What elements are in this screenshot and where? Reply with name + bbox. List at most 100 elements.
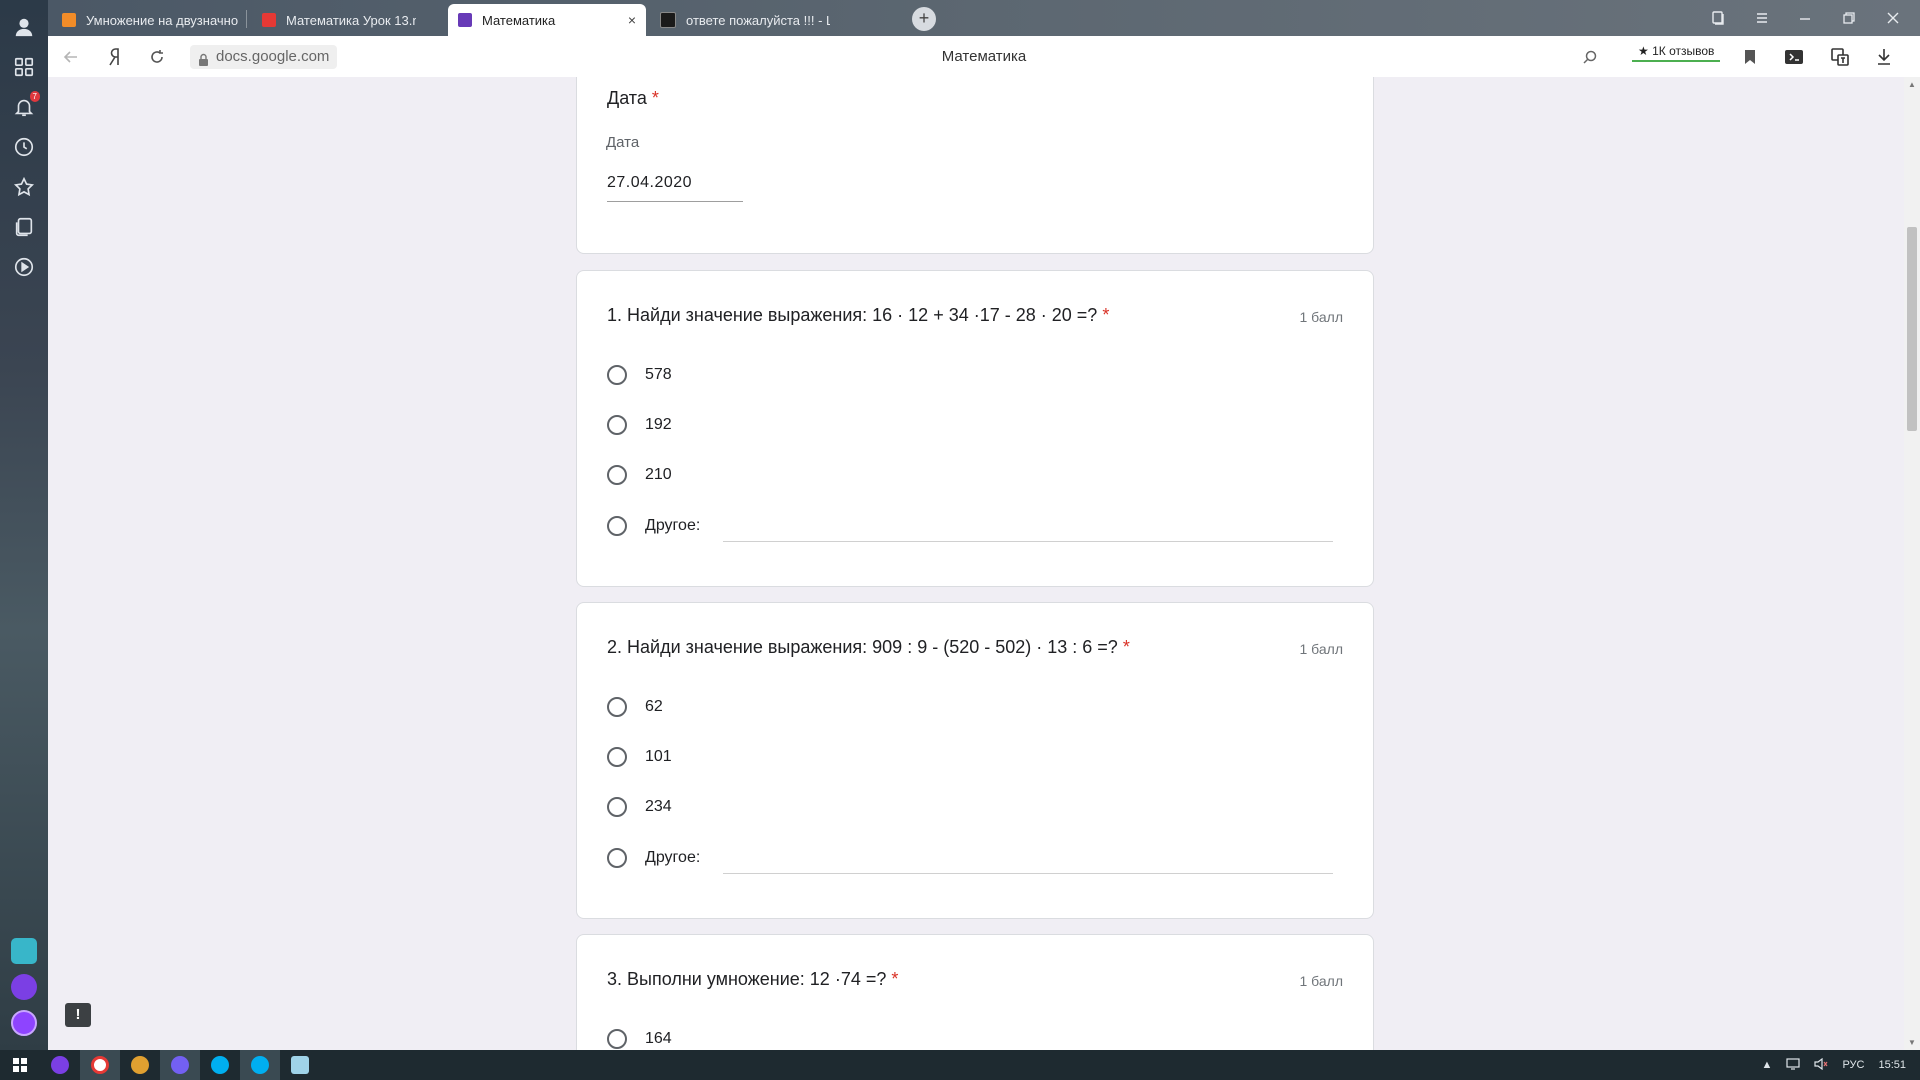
history-clock-icon[interactable] — [11, 134, 37, 160]
search-page-icon[interactable] — [1580, 47, 1600, 67]
radio-button[interactable] — [607, 365, 627, 385]
question-title-text: 2. Найди значение выражения: 909 : 9 - (… — [607, 637, 1118, 657]
tab-favicon-icon — [62, 13, 76, 27]
question-title: 1. Найди значение выражения: 16 · 12 + 3… — [607, 305, 1109, 326]
option-label: 164 — [645, 1030, 672, 1047]
yandex-browser-taskbar-icon[interactable] — [80, 1050, 120, 1080]
required-asterisk: * — [1102, 305, 1110, 325]
points-label: 1 балл — [1299, 309, 1344, 325]
scroll-down-arrow-icon[interactable]: ▼ — [1908, 1038, 1916, 1047]
other-answer-input[interactable] — [723, 541, 1333, 542]
notification-badge: 7 — [29, 91, 40, 102]
report-feedback-icon[interactable]: ! — [65, 1003, 91, 1027]
date-question-card: Дата * Дата 27.04.2020 — [576, 77, 1374, 254]
radio-button[interactable] — [607, 797, 627, 817]
radio-button[interactable] — [607, 516, 627, 536]
video-play-icon[interactable] — [11, 254, 37, 280]
downloads-icon[interactable] — [1874, 47, 1894, 67]
tabs-menu-icon[interactable] — [1710, 0, 1726, 36]
bookmark-icon[interactable] — [1740, 47, 1760, 67]
skype-taskbar-icon[interactable] — [200, 1050, 240, 1080]
tab-title: Умножение на двузначно — [86, 12, 239, 28]
question-card-3: 3. Выполни умножение: 12 ·74 =? * 1 балл… — [576, 934, 1374, 1050]
close-window-icon[interactable] — [1886, 0, 1900, 36]
radio-button[interactable] — [607, 465, 627, 485]
question-title: Дата * — [607, 88, 659, 109]
answer-option[interactable]: 234 — [607, 793, 672, 821]
google-forms-favicon-icon — [458, 13, 472, 27]
browser-taskbar-icon[interactable] — [120, 1050, 160, 1080]
other-answer-input[interactable] — [723, 873, 1333, 874]
question-title: 2. Найди значение выражения: 909 : 9 - (… — [607, 637, 1130, 658]
tab-separator — [246, 10, 247, 28]
profile-icon[interactable] — [11, 14, 37, 40]
required-asterisk: * — [651, 88, 659, 108]
points-label: 1 балл — [1299, 973, 1344, 989]
date-input-underline — [607, 201, 743, 202]
alice-app-icon[interactable] — [11, 974, 37, 1000]
option-label: 62 — [645, 698, 663, 715]
url-field[interactable]: docs.google.com — [190, 45, 338, 69]
answer-option[interactable]: 192 — [607, 411, 672, 439]
tab-video-lesson[interactable]: Математика Урок 13.mp4 — [252, 4, 416, 36]
new-tab-button[interactable]: + — [912, 7, 936, 31]
other-option-label: Другое: — [645, 517, 701, 534]
tab-favicon-icon — [660, 12, 676, 28]
notifications-bell-icon[interactable]: 7 — [11, 91, 40, 120]
date-field-label: Дата — [606, 134, 640, 151]
extension-icon[interactable] — [1784, 47, 1804, 67]
radio-button[interactable] — [607, 747, 627, 767]
back-arrow-icon[interactable] — [60, 46, 82, 68]
windows-taskbar: ▲ РУС 15:51 — [0, 1050, 1920, 1080]
date-input[interactable]: 27.04.2020 — [607, 174, 692, 192]
skype-second-taskbar-icon[interactable] — [240, 1050, 280, 1080]
viber-taskbar-icon[interactable] — [160, 1050, 200, 1080]
answer-option[interactable]: 164 — [607, 1025, 672, 1050]
answer-option-other[interactable]: Другое: — [607, 512, 700, 540]
radio-button[interactable] — [607, 1029, 627, 1049]
answer-option[interactable]: 101 — [607, 743, 672, 771]
tab-question[interactable]: ответе пожалуйста !!! - Ш — [650, 4, 830, 36]
browser-menu-icon[interactable] — [1754, 0, 1770, 36]
tab-matematika-active[interactable]: Математика × — [448, 4, 646, 36]
scroll-up-arrow-icon[interactable]: ▲ — [1908, 80, 1916, 89]
answer-option[interactable]: 578 — [607, 361, 672, 389]
address-bar: docs.google.com Математика ★ 1К отзывов — [48, 36, 1920, 78]
tab-favicon-icon — [262, 13, 276, 27]
tray-expand-icon[interactable]: ▲ — [1762, 1059, 1773, 1071]
input-language[interactable]: РУС — [1842, 1059, 1864, 1071]
radio-button[interactable] — [607, 848, 627, 868]
tab-strip: Умножение на двузначно Математика Урок 1… — [48, 0, 1920, 36]
volume-muted-icon[interactable] — [1814, 1057, 1828, 1073]
tab-title: Математика Урок 13.mp4 — [286, 12, 416, 28]
start-windows-icon[interactable] — [0, 1050, 40, 1080]
answer-option-other[interactable]: Другое: — [607, 844, 700, 872]
translate-icon[interactable] — [1830, 47, 1850, 67]
page-scrollbar[interactable]: ▲ ▼ — [1904, 77, 1920, 1050]
answer-option[interactable]: 62 — [607, 693, 663, 721]
reviews-badge[interactable]: ★ 1К отзывов — [1632, 42, 1721, 62]
collections-icon[interactable] — [11, 214, 37, 240]
clock-time[interactable]: 15:51 — [1878, 1059, 1906, 1071]
voice-assistant-icon[interactable] — [40, 1050, 80, 1080]
messenger-app-icon[interactable] — [11, 938, 37, 964]
notes-taskbar-icon[interactable] — [280, 1050, 320, 1080]
tab-title: Математика — [482, 12, 556, 28]
other-option-label: Другое: — [645, 849, 701, 866]
url-text: docs.google.com — [216, 48, 330, 65]
network-icon[interactable] — [1786, 1057, 1801, 1073]
radio-button[interactable] — [607, 415, 627, 435]
minimize-icon[interactable] — [1798, 0, 1812, 36]
tab-multiplication[interactable]: Умножение на двузначно — [52, 4, 244, 36]
yandex-logo-icon[interactable] — [104, 46, 126, 68]
apps-grid-icon[interactable] — [11, 54, 37, 80]
tab-close-icon[interactable]: × — [628, 12, 636, 28]
reload-icon[interactable] — [146, 46, 168, 68]
scroll-thumb[interactable] — [1907, 227, 1917, 431]
tab-title: ответе пожалуйста !!! - Ш — [686, 12, 830, 28]
bookmarks-star-icon[interactable] — [11, 174, 37, 200]
radio-button[interactable] — [607, 697, 627, 717]
assistant-app-icon[interactable] — [11, 1010, 37, 1036]
restore-icon[interactable] — [1842, 0, 1856, 36]
answer-option[interactable]: 210 — [607, 461, 672, 489]
